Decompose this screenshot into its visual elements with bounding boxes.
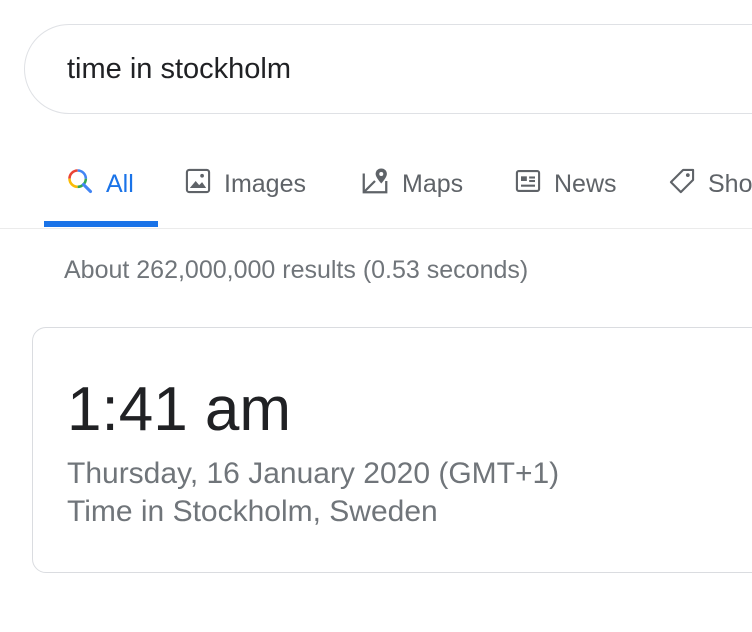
tab-images[interactable]: Images (184, 140, 306, 228)
tab-images-label: Images (224, 169, 306, 198)
tab-maps[interactable]: Maps (360, 140, 463, 228)
tag-icon (668, 167, 708, 202)
search-results-page: All Images Maps (0, 0, 752, 632)
tabs-divider (0, 228, 752, 229)
tab-news[interactable]: News (514, 140, 617, 228)
news-icon (514, 167, 554, 202)
current-date: Thursday, 16 January 2020 (GMT+1) (67, 457, 560, 490)
time-card: 1:41 am Thursday, 16 January 2020 (GMT+1… (32, 327, 752, 573)
search-icon (66, 167, 106, 202)
tab-shopping[interactable]: Sho (668, 140, 752, 228)
map-icon (360, 166, 402, 203)
tab-all[interactable]: All (66, 140, 134, 228)
tab-maps-label: Maps (402, 169, 464, 198)
tab-all-label: All (106, 169, 134, 198)
tab-news-label: News (554, 169, 617, 198)
active-tab-indicator (44, 221, 158, 227)
search-tabs: All Images Maps News Sho (0, 140, 752, 228)
current-time: 1:41 am (67, 375, 292, 444)
search-input[interactable] (67, 25, 752, 113)
tab-shopping-label: Sho (708, 169, 752, 198)
result-stats: About 262,000,000 results (0.53 seconds) (64, 256, 529, 284)
time-location: Time in Stockholm, Sweden (67, 495, 438, 528)
search-box[interactable] (24, 24, 752, 114)
image-icon (184, 167, 224, 202)
